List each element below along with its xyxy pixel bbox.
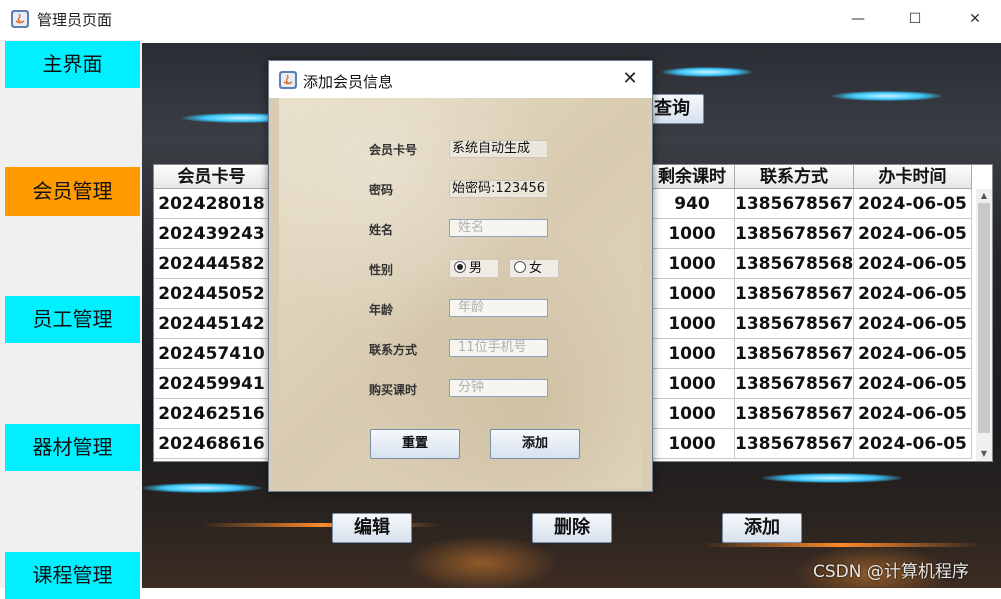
age-input[interactable]: 年龄 (449, 299, 548, 317)
add-member-button[interactable]: 添加 (722, 513, 802, 543)
column-header-card-date[interactable]: 办卡时间 (854, 165, 972, 189)
nav-home-button[interactable]: 主界面 (5, 41, 140, 88)
age-label: 年龄 (369, 303, 394, 317)
cell-card-no[interactable]: 202462516 (154, 399, 270, 429)
cell-card-date[interactable]: 2024-06-05 (854, 189, 972, 219)
floor-light (142, 483, 262, 493)
minimize-button[interactable]: — (838, 6, 878, 32)
cell-card-no[interactable]: 202428018 (154, 189, 270, 219)
cell-card-no[interactable]: 202468616 (154, 429, 270, 459)
ceiling-light (662, 67, 752, 77)
nav-member-management-button[interactable]: 会员管理 (5, 167, 140, 216)
window-title: 管理员页面 (37, 11, 113, 29)
column-header-remaining-hours[interactable]: 剩余课时 (650, 165, 735, 189)
dialog-title: 添加会员信息 (303, 73, 394, 91)
close-window-button[interactable]: ✕ (955, 6, 995, 32)
cell-remaining-hours[interactable]: 1000 (650, 279, 735, 309)
radio-unselected-icon (514, 261, 526, 273)
card-no-field: 系统自动生成 (449, 140, 548, 158)
cell-contact[interactable]: 13856785678 (735, 339, 854, 369)
cell-card-no[interactable]: 202459941 (154, 369, 270, 399)
column-header-card-no[interactable]: 会员卡号 (154, 165, 270, 189)
java-app-icon (279, 71, 297, 89)
nav-course-management-button[interactable]: 课程管理 (5, 552, 140, 599)
cell-card-date[interactable]: 2024-06-05 (854, 219, 972, 249)
table-scrollbar[interactable]: ▲ ▼ (976, 189, 992, 461)
cell-remaining-hours[interactable]: 1000 (650, 369, 735, 399)
phone-label: 联系方式 (369, 343, 418, 357)
cell-contact[interactable]: 13856785679 (735, 219, 854, 249)
cell-contact[interactable]: 13856785678 (735, 279, 854, 309)
cell-card-no[interactable]: 202439243 (154, 219, 270, 249)
dialog-form: 会员卡号 系统自动生成 密码 始密码:123456 姓名 姓名 性别 男 女 年… (279, 98, 641, 488)
gender-label: 性别 (369, 263, 394, 277)
radio-selected-icon (454, 261, 466, 273)
reset-button[interactable]: 重置 (370, 429, 460, 459)
window-titlebar: 管理员页面 — ☐ ✕ (0, 0, 1001, 40)
delete-button[interactable]: 删除 (532, 513, 612, 543)
java-app-icon (11, 10, 29, 28)
card-no-label: 会员卡号 (369, 143, 418, 157)
add-member-dialog: 添加会员信息 ✕ 会员卡号 系统自动生成 密码 始密码:123456 姓名 姓名… (268, 60, 653, 492)
scroll-thumb[interactable] (978, 203, 990, 433)
csdn-watermark: CSDN @计算机程序 (813, 562, 969, 582)
floor-glow (702, 543, 982, 547)
gender-female-radio[interactable]: 女 (509, 259, 559, 278)
floor-light (762, 473, 902, 483)
cell-contact[interactable]: 13856785678 (735, 399, 854, 429)
gender-male-radio[interactable]: 男 (449, 259, 499, 278)
edit-button[interactable]: 编辑 (332, 513, 412, 543)
column-header-contact[interactable]: 联系方式 (735, 165, 854, 189)
nav-staff-management-button[interactable]: 员工管理 (5, 296, 140, 343)
phone-input[interactable]: 11位手机号 (449, 339, 548, 357)
cell-card-date[interactable]: 2024-06-05 (854, 399, 972, 429)
cell-remaining-hours[interactable]: 1000 (650, 399, 735, 429)
scroll-up-icon[interactable]: ▲ (976, 189, 992, 203)
cell-card-no[interactable]: 202445052 (154, 279, 270, 309)
purchase-hours-label: 购买课时 (369, 383, 418, 397)
cell-card-date[interactable]: 2024-06-05 (854, 369, 972, 399)
nav-equipment-management-button[interactable]: 器材管理 (5, 424, 140, 471)
cell-contact[interactable]: 13856785678 (735, 429, 854, 459)
sidebar: 主界面 会员管理 员工管理 器材管理 课程管理 (0, 40, 142, 599)
dialog-add-button[interactable]: 添加 (490, 429, 580, 459)
purchase-hours-input[interactable]: 分钟 (449, 379, 548, 397)
password-label: 密码 (369, 183, 394, 197)
cell-remaining-hours[interactable]: 1000 (650, 249, 735, 279)
cell-card-date[interactable]: 2024-06-05 (854, 309, 972, 339)
cell-contact[interactable]: 13856785678 (735, 369, 854, 399)
dialog-close-button[interactable]: ✕ (618, 67, 642, 91)
cell-card-date[interactable]: 2024-06-05 (854, 429, 972, 459)
cell-contact[interactable]: 13856785680 (735, 249, 854, 279)
cell-remaining-hours[interactable]: 1000 (650, 429, 735, 459)
ceiling-light (832, 91, 942, 101)
cell-card-no[interactable]: 202444582 (154, 249, 270, 279)
cell-card-no[interactable]: 202445142 (154, 309, 270, 339)
cell-remaining-hours[interactable]: 940 (650, 189, 735, 219)
gender-male-label: 男 (469, 261, 483, 276)
name-input[interactable]: 姓名 (449, 219, 548, 237)
cell-card-no[interactable]: 202457410 (154, 339, 270, 369)
cell-contact[interactable]: 13856785678 (735, 189, 854, 219)
cell-remaining-hours[interactable]: 1000 (650, 339, 735, 369)
cell-card-date[interactable]: 2024-06-05 (854, 339, 972, 369)
password-field[interactable]: 始密码:123456 (449, 180, 548, 198)
cell-contact[interactable]: 13856785678 (735, 309, 854, 339)
cell-card-date[interactable]: 2024-06-05 (854, 279, 972, 309)
dialog-titlebar: 添加会员信息 ✕ (269, 61, 652, 98)
cell-remaining-hours[interactable]: 1000 (650, 219, 735, 249)
scroll-down-icon[interactable]: ▼ (976, 447, 992, 461)
gender-female-label: 女 (529, 261, 543, 276)
cell-card-date[interactable]: 2024-06-05 (854, 249, 972, 279)
name-label: 姓名 (369, 223, 394, 237)
cell-remaining-hours[interactable]: 1000 (650, 309, 735, 339)
maximize-button[interactable]: ☐ (895, 6, 935, 32)
